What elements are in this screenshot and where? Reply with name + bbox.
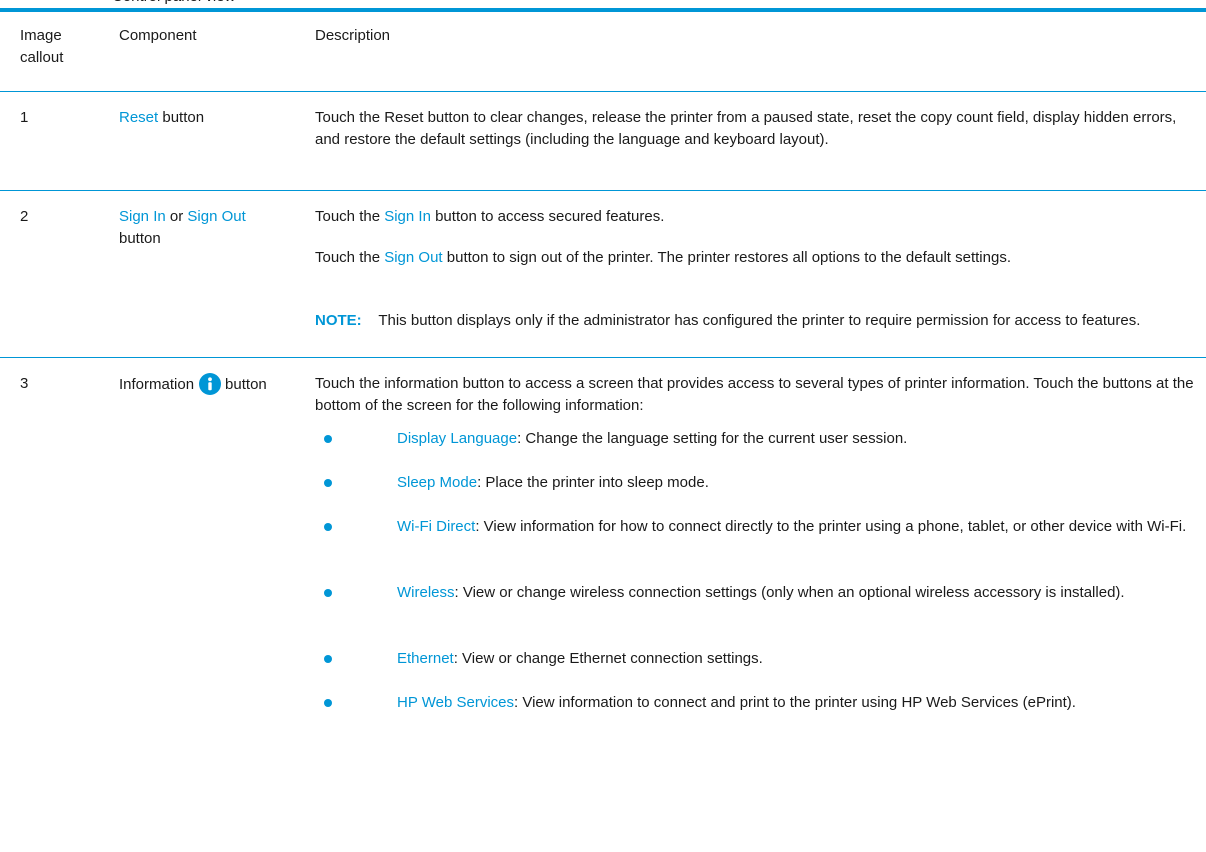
sleep-mode-link[interactable]: Sleep Mode [397, 474, 477, 491]
sign-out-inline-link[interactable]: Sign Out [384, 249, 442, 266]
hp-web-services-link[interactable]: HP Web Services [397, 694, 514, 711]
ethernet-link[interactable]: Ethernet [397, 650, 454, 667]
ethernet-desc: : View or change Ethernet connection set… [453, 650, 763, 667]
header-callout-label: callout [20, 49, 64, 66]
header-bottom-rule [0, 91, 1206, 92]
note-label: NOTE: [315, 312, 362, 329]
row2-p2-suffix: button to sign out of the printer. The p… [442, 249, 1011, 266]
bullet-text-sleep-mode: Sleep Mode: Place the printer into sleep… [397, 472, 1197, 494]
bullet-display-language [324, 435, 332, 443]
row2-p2-prefix: Touch the [315, 249, 385, 266]
bullet-text-display-language: Display Language: Change the language se… [397, 428, 1197, 450]
bullet-sleep-mode [324, 479, 332, 487]
note-text: This button displays only if the adminis… [378, 312, 1141, 329]
sign-in-inline-link[interactable]: Sign In [384, 208, 431, 225]
hp-web-services-desc: : View information to connect and print … [514, 694, 1076, 711]
row3-component-suffix: button [225, 376, 267, 393]
row1-description: Touch the Reset button to clear changes,… [315, 109, 1177, 148]
section-title: Control panel view [112, 0, 235, 8]
row3-intro: Touch the information button to access a… [315, 375, 1194, 414]
row3-callout: 3 [20, 375, 29, 392]
row2-paragraph-signout: Touch the Sign Out button to sign out of… [315, 247, 1195, 269]
wireless-link[interactable]: Wireless [397, 584, 455, 601]
sign-out-link[interactable]: Sign Out [187, 208, 245, 225]
header-component: Component [119, 27, 197, 44]
row3-component-prefix: Information [119, 376, 195, 393]
row2-callout: 2 [20, 208, 29, 225]
row1-callout: 1 [20, 109, 29, 126]
row2-p1-prefix: Touch the [315, 208, 385, 225]
row3-component: Information button [119, 373, 267, 396]
sign-in-link[interactable]: Sign In [119, 208, 166, 225]
wifi-direct-desc: : View information for how to connect di… [475, 518, 1187, 535]
header-description: Description [315, 27, 391, 44]
row2-component: Sign In or Sign Out button [119, 206, 299, 250]
row1-component: Reset button [119, 107, 204, 129]
bullet-wifi-direct [324, 523, 332, 531]
header-image-callout: Image callout [20, 25, 63, 69]
row1-component-suffix: button [158, 109, 205, 126]
wifi-direct-link[interactable]: Wi-Fi Direct [397, 518, 475, 535]
info-icon [199, 373, 222, 395]
header-top-rule [0, 8, 1206, 12]
display-language-desc: : Change the language setting for the cu… [517, 430, 908, 447]
reset-button-link[interactable]: Reset [119, 109, 158, 126]
row2-paragraph-signin: Touch the Sign In button to access secur… [315, 206, 1195, 228]
bullet-text-ethernet: Ethernet: View or change Ethernet connec… [397, 648, 1197, 670]
row2-bottom-rule [0, 357, 1206, 358]
row2-p1-suffix: button to access secured features. [430, 208, 665, 225]
bullet-text-wifi-direct: Wi-Fi Direct: View information for how t… [397, 516, 1197, 538]
display-language-link[interactable]: Display Language [397, 430, 517, 447]
clipped-section-title-area: Control panel view [0, 0, 1206, 8]
header-image-label: Image [20, 27, 62, 44]
row2-component-suffix: button [119, 230, 161, 247]
bullet-hp-web-services [324, 699, 332, 707]
bullet-ethernet [324, 655, 332, 663]
row2-note: NOTE: This button displays only if the a… [315, 310, 1195, 332]
sleep-mode-desc: : Place the printer into sleep mode. [477, 474, 709, 491]
bullet-text-wireless: Wireless: View or change wireless connec… [397, 582, 1197, 604]
bullet-text-hp-web-services: HP Web Services: View information to con… [397, 692, 1197, 714]
wireless-desc: : View or change wireless connection set… [454, 584, 1125, 601]
row1-bottom-rule [0, 190, 1206, 191]
row2-component-or: or [165, 208, 188, 225]
bullet-wireless [324, 589, 332, 597]
